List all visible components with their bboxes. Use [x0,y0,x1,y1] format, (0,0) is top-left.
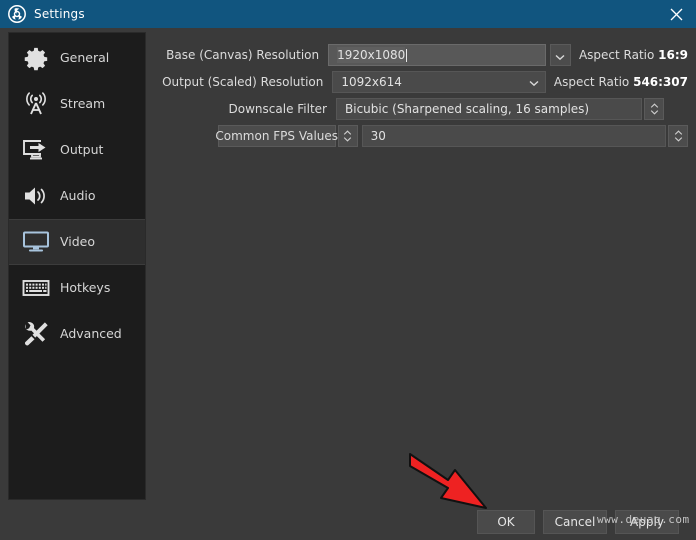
output-resolution-label: Output (Scaled) Resolution [162,75,324,89]
chevron-down-icon [555,46,565,65]
fps-mode-spinner[interactable] [337,125,358,147]
fps-value-spinner[interactable] [668,125,688,147]
video-settings-form: Base (Canvas) Resolution 1920x1080 Aspec… [160,44,688,152]
window-title: Settings [34,7,85,21]
sidebar-item-label: Hotkeys [60,279,111,295]
watermark: www.deuaq.com [597,513,690,526]
row-base-resolution: Base (Canvas) Resolution 1920x1080 Aspec… [160,44,688,66]
sidebar-item-label: Output [60,141,104,157]
sidebar-item-video[interactable]: Video [9,219,145,265]
fps-value-combobox[interactable]: 30 [361,125,667,147]
base-aspect-ratio: Aspect Ratio 16:9 [579,48,688,62]
spinner-updown-icon [674,129,683,143]
fps-value: 30 [370,129,386,143]
obs-logo-icon [8,5,26,23]
fps-mode-label: Common FPS Values [215,129,339,143]
base-aspect-value: 16:9 [658,48,689,62]
keyboard-icon [21,273,51,303]
sidebar-item-advanced[interactable]: Advanced [9,311,145,357]
sidebar-item-label: Advanced [60,325,122,341]
sidebar-item-general[interactable]: General [9,35,145,81]
row-fps: Common FPS Values 30 [160,125,688,147]
output-aspect-label: Aspect Ratio [553,75,630,89]
sidebar-item-label: General [60,49,110,65]
base-resolution-input[interactable]: 1920x1080 [328,44,546,66]
output-aspect-value: 546:307 [633,75,688,89]
base-resolution-value: 1920x1080 [337,47,406,63]
chevron-down-icon[interactable] [529,72,539,94]
text-caret [406,48,408,62]
sidebar-item-label: Audio [60,187,96,203]
ok-button[interactable]: OK [477,510,535,534]
sidebar-item-audio[interactable]: Audio [9,173,145,219]
monitor-icon [21,227,51,257]
monitor-arrow-icon [21,135,51,165]
fps-mode-combobox[interactable]: Common FPS Values [215,125,339,147]
spinner-updown-icon [650,102,659,116]
base-resolution-label: Base (Canvas) Resolution [166,48,320,62]
gear-icon [21,43,51,73]
sidebar-item-label: Stream [60,95,106,111]
downscale-filter-combobox[interactable]: Bicubic (Sharpened scaling, 16 samples) [336,98,642,120]
base-resolution-dropdown-button[interactable] [549,44,571,66]
spinner-updown-icon [343,129,352,143]
sidebar-item-label: Video [60,233,96,249]
row-downscale-filter: Downscale Filter Bicubic (Sharpened scal… [160,98,688,120]
sidebar-item-output[interactable]: Output [9,127,145,173]
output-resolution-value: 1092x614 [341,75,402,89]
output-resolution-combobox[interactable]: 1092x614 [332,71,546,93]
settings-sidebar: General Stream Output Audio Video Hotkey… [8,32,146,500]
sidebar-item-stream[interactable]: Stream [9,81,145,127]
base-aspect-label: Aspect Ratio [578,48,655,62]
output-aspect-ratio: Aspect Ratio 546:307 [554,75,688,89]
dialog-footer: OK Cancel Apply [0,508,696,540]
tools-icon [21,319,51,349]
row-output-resolution: Output (Scaled) Resolution 1092x614 Aspe… [160,71,688,93]
downscale-filter-spinner[interactable] [644,98,664,120]
downscale-filter-value: Bicubic (Sharpened scaling, 16 samples) [345,102,590,116]
broadcast-icon [21,89,51,119]
window-titlebar: Settings [0,0,696,28]
sidebar-item-hotkeys[interactable]: Hotkeys [9,265,145,311]
downscale-filter-label: Downscale Filter [228,102,327,116]
settings-window: Settings General Stream Output Audio Vid… [0,0,696,540]
speaker-icon [21,181,51,211]
close-icon[interactable] [656,0,696,28]
